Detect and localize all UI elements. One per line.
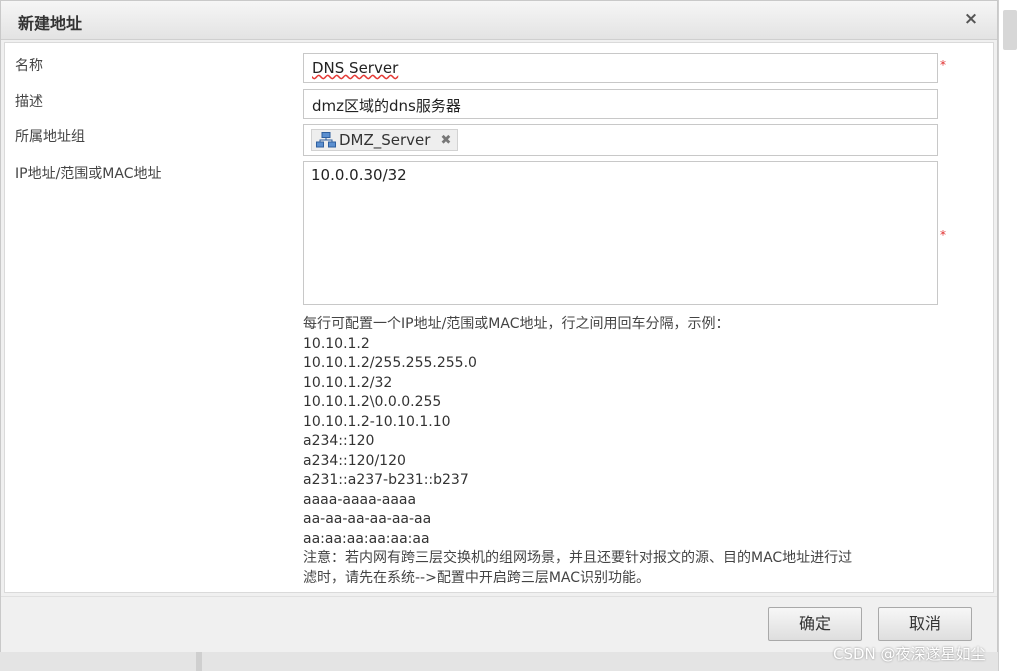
description-label: 描述 [15,94,43,110]
help-intro: 每行可配置一个IP地址/范围或MAC地址，行之间用回车分隔，示例： [303,316,730,332]
help-example: a234::120 [303,433,375,449]
help-note: 滤时，请先在系统-->配置中开启跨三层MAC识别功能。 [303,569,651,586]
background-panel [998,0,1028,671]
watermark: CSDN @夜深遂星如尘 [833,645,986,663]
remove-tag-icon[interactable]: ✖ [440,133,451,148]
dialog-content: 名称 DNS Server * 描述 dmz区域的dns服务器 所属地址组 DM… [4,42,994,593]
name-label: 名称 [15,58,43,74]
required-mark: * [940,228,946,242]
dialog-titlebar: 新建地址 × [1,1,997,40]
help-example: aaaa-aaaa-aaaa [303,491,417,508]
help-example: a234::120/120 [303,452,406,469]
description-field[interactable]: dmz区域的dns服务器 [303,89,938,119]
ip-label: IP地址/范围或MAC地址 [15,166,162,182]
help-example: 10.10.1.2/255.255.255.0 [303,355,477,371]
address-group-tag-label: DMZ_Server [339,131,431,149]
new-address-dialog: 新建地址 × 名称 DNS Server * 描述 dmz区域的dns服务器 所… [0,0,998,652]
cancel-button[interactable]: 取消 [878,607,972,641]
dialog-title: 新建地址 [18,14,83,33]
help-example: a231::a237-b231::b237 [303,472,469,488]
help-example: 10.10.1.2 [303,335,370,352]
help-note: 注意：若内网有跨三层交换机的组网场景，并且还要针对报文的源、目的MAC地址进行过 [303,550,853,566]
ip-textarea[interactable]: 10.0.0.30/32 [303,161,938,305]
help-example: aa:aa:aa:aa:aa:aa [303,530,430,547]
address-group-tag: DMZ_Server ✖ [311,129,459,151]
help-text: 每行可配置一个IP地址/范围或MAC地址，行之间用回车分隔，示例： 10.10.… [303,315,963,588]
required-mark: * [940,58,946,72]
help-example: 10.10.1.2/32 [303,374,393,391]
help-example: 10.10.1.2\0.0.0.255 [303,394,442,410]
network-group-icon [316,132,336,148]
address-group-field[interactable]: DMZ_Server ✖ [303,124,938,156]
name-field[interactable]: DNS Server [303,53,938,83]
scrollbar-thumb[interactable] [1003,10,1017,50]
background-divider [196,652,202,671]
help-example: 10.10.1.2-10.10.1.10 [303,413,451,430]
help-example: aa-aa-aa-aa-aa-aa [303,511,432,527]
close-icon[interactable]: × [961,8,981,30]
description-value: dmz区域的dns服务器 [312,97,461,115]
name-value: DNS Server [312,59,399,77]
ok-button[interactable]: 确定 [768,607,862,641]
address-group-label: 所属地址组 [15,129,85,145]
